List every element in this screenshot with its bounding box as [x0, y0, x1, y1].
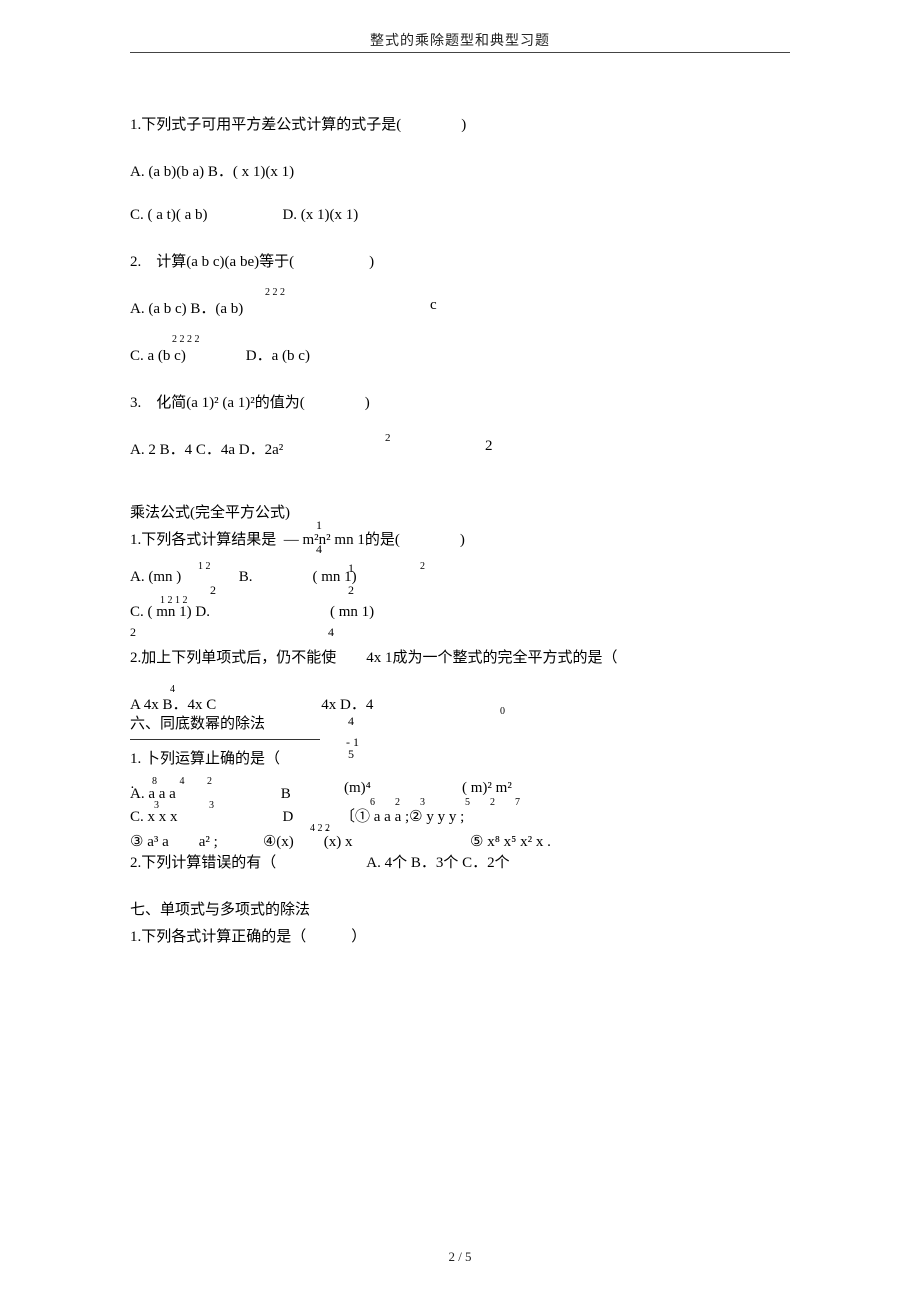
perfect-q1: 1 1.下列各式计算结果是 — m²n² mn 1的是( ) 4: [130, 528, 790, 549]
diff-q3-far2: 2: [485, 438, 493, 455]
page-footer: 2 / 5: [0, 1249, 920, 1265]
perfect-q2-opts-text: A 4x B．4x C 4x D．4: [130, 697, 373, 713]
perfect-q2-opts-sup: 4: [170, 684, 175, 695]
diff-q1-ab: A. (a b)(b a) B．( x 1)(x 1): [130, 160, 790, 181]
div-q1-c: 3 3 C. x x x D 6 2 3 5 2 7 〔① a a a ;② y…: [130, 809, 790, 826]
perfect-q1-c-text: C. ( mn 1) D. ( mn 1): [130, 604, 374, 620]
diff-q3-opts: A. 2 B．4 C．4a D．2a² 2 2: [130, 438, 790, 459]
div-q1-a-dot: ．: [130, 776, 140, 791]
perfect-q2-text: 2.加上下列单项式后，仍不能使 4x 1成为一个整式的完全平方式的是（: [130, 650, 618, 666]
div-q1: 1. 卜列运算止确的是（ 5: [130, 747, 790, 768]
perfect-q2-opts: 4 A 4x B．4x C 4x D．4: [130, 693, 790, 714]
div-q1-c-text: C. x x x D: [130, 809, 293, 825]
diff-q2-ab: 2 2 2 A. (a b c) B．(a b) c: [130, 297, 790, 318]
perfect-q1-frac-bot: 4: [316, 542, 322, 557]
header-rule: [130, 52, 790, 53]
perfect-q1-text: 1.下列各式计算结果是 — m²n² mn 1的是( ): [130, 532, 465, 548]
poly-q1: 1.下列各式计算正确的是（ ）: [130, 925, 790, 946]
diff-q3-opts-text: A. 2 B．4 C．4a D．2a²: [130, 442, 283, 458]
diff-q2: 2. 计算(a b c)(a be)等于( ): [130, 250, 790, 271]
diff-q2-ab-sup: 2 2 2: [265, 287, 285, 298]
poly-title: 七、单项式与多项式的除法: [130, 898, 790, 919]
perfect-q1-frac-top: 1: [316, 518, 322, 533]
div-side-sup: 0: [500, 706, 505, 717]
perfect-q1-a-sup: 1 2: [198, 561, 211, 572]
diff-q2-cd-text: C. a (b c) D．a (b c): [130, 348, 310, 364]
div-q1-text: 1. 卜列运算止确的是（: [130, 751, 280, 767]
perfect-q1-b-top: 1: [348, 561, 354, 576]
diff-q2-ab-cright: c: [430, 297, 437, 314]
div-q1-c-right: 〔① a a a ;② y y y ;: [340, 805, 464, 826]
diff-q1-cd: C. ( a t)( a b) D. (x 1)(x 1): [130, 207, 790, 224]
perfect-title: 乘法公式(完全平方公式): [130, 501, 790, 522]
perfect-q1-c-bot: 2 4: [130, 625, 790, 640]
perfect-q1-a: A. (mn ): [130, 569, 181, 585]
div-q1-a-sup: 8 4 2: [152, 776, 212, 787]
page-title: 整式的乘除题型和典型习题: [130, 30, 790, 50]
diff-q2-ab-text: A. (a b c) B．(a b): [130, 301, 243, 317]
perfect-q1-b: B. ( mn 1): [239, 569, 357, 585]
perfect-q1-b-bot: 2: [348, 583, 354, 598]
div-q2-line3-right: ⑤ x⁸ x⁵ x² x .: [470, 832, 551, 851]
perfect-q1-cd: 1 2 1 2 C. ( mn 1) D. ( mn 1): [130, 604, 790, 621]
div-rule: [130, 739, 320, 740]
diff-q1: 1.下列式子可用平方差公式计算的式子是( ): [130, 113, 790, 134]
diff-q2-cd-sup: 2 2 2 2: [172, 334, 200, 345]
perfect-q2: 2.加上下列单项式后，仍不能使 4x 1成为一个整式的完全平方式的是（: [130, 646, 790, 667]
div-title: 六、同底数幂的除法: [130, 716, 265, 732]
perfect-q1-b-sup: 2: [420, 561, 425, 572]
diff-q3: 3. 化简(a 1)² (a 1)²的值为( ): [130, 391, 790, 412]
page: 整式的乘除题型和典型习题 1.下列式子可用平方差公式计算的式子是( ) A. (…: [0, 0, 920, 1303]
div-side-bot: 5: [348, 747, 354, 762]
perfect-q1-c-sup: 1 2 1 2: [160, 595, 188, 606]
div-q2: 2.下列计算错误的有（ A. 4个 B．3个 C．2个: [130, 851, 790, 872]
diff-q3-far1: 2: [385, 432, 391, 444]
div-title-row: 六、同底数幂的除法 4 0: [130, 712, 790, 733]
div-q2-line3-sup: 4 2 2: [310, 823, 330, 834]
div-q1-c-sup: 3 3: [154, 800, 214, 811]
perfect-q1-ab: 1 2 A. (mn ) 2 B. ( mn 1) 1 2 2: [130, 569, 790, 586]
div-q2-line3: ③ a³ a a² ; ④(x) (x) x 4 2 2 ⑤ x⁸ x⁵ x² …: [130, 832, 790, 851]
div-q2-line3-text: ③ a³ a a² ; ④(x) (x) x: [130, 834, 353, 850]
div-side-num: 4: [348, 714, 354, 729]
perfect-q1-a-sup2: 2: [210, 583, 216, 598]
diff-q2-cd: 2 2 2 2 C. a (b c) D．a (b c): [130, 344, 790, 365]
